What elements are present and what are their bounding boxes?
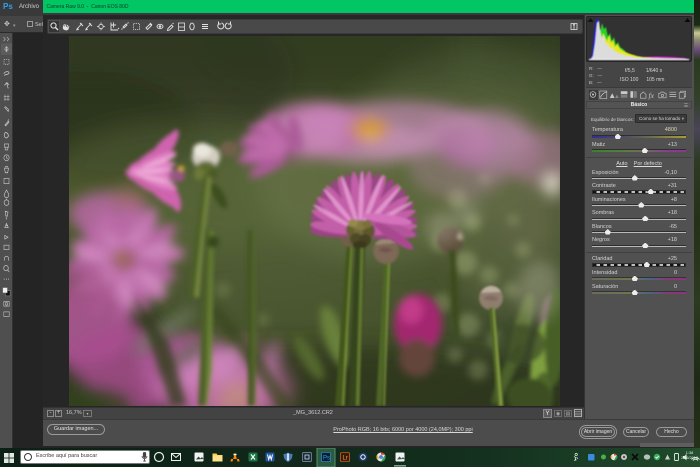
- svg-text:Ps: Ps: [323, 456, 330, 462]
- svg-text:fx: fx: [649, 91, 655, 100]
- svg-text:Lr: Lr: [343, 456, 348, 462]
